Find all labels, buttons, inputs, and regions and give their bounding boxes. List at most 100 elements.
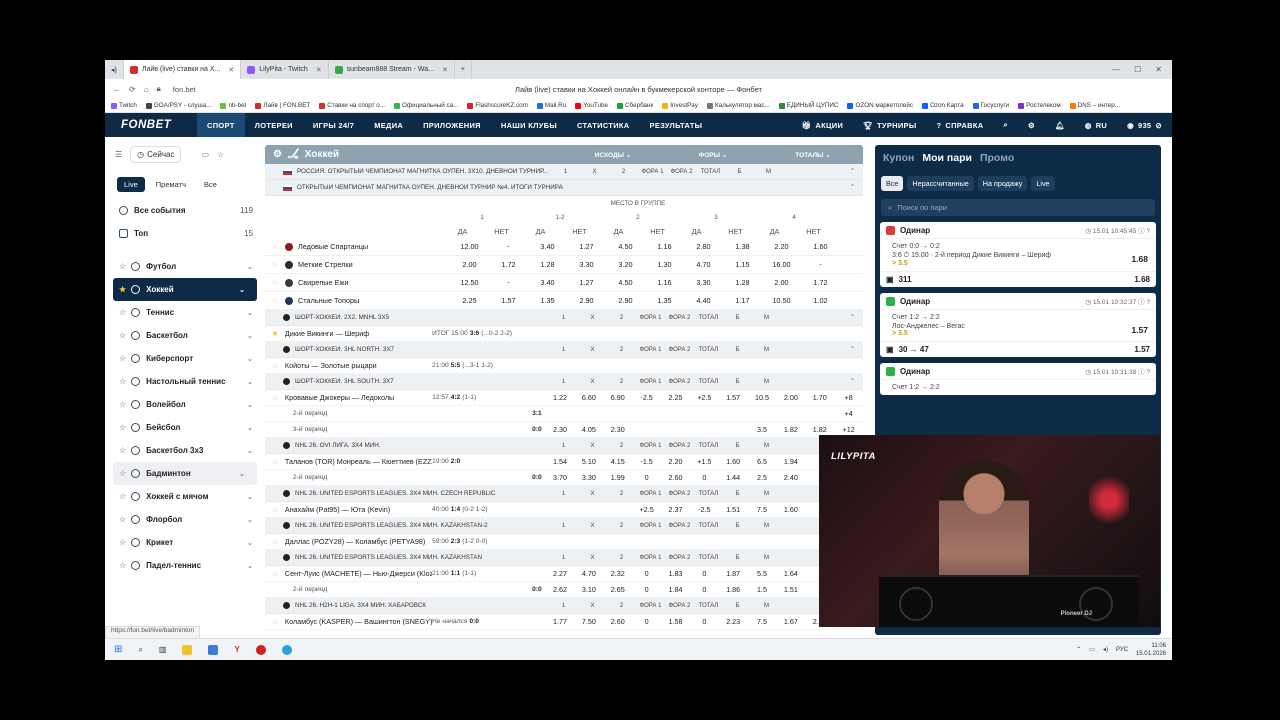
minimize-icon[interactable]: — xyxy=(1112,65,1120,74)
odd-cell[interactable]: 1.77 xyxy=(546,617,575,626)
odd-cell[interactable]: +2.5 xyxy=(690,393,719,402)
event-row[interactable]: ☆ Анахайм (Pat95) — Юта (Kevin) 40:00 1:4 … xyxy=(265,502,863,518)
odd-cell[interactable]: 1.02 xyxy=(801,296,840,305)
odd-cell[interactable]: 4.70 xyxy=(684,260,723,269)
sidebar-item-sport[interactable]: ☆ Футбол ⌄ xyxy=(105,255,265,278)
nav-lotteries[interactable]: ЛОТЕРЕИ xyxy=(245,113,303,137)
collapse-icon[interactable]: ⌃ xyxy=(850,314,855,321)
collapse-icon[interactable]: ⌃ xyxy=(850,378,855,385)
league-header[interactable]: ШОРТ-ХОККЕЙ. 3HL SOUTH. 3Х7 1 X 2 ФОРА 1 ФОРА… xyxy=(265,374,863,390)
odd-cell[interactable]: 2.60 xyxy=(603,617,632,626)
close-window-icon[interactable]: ✕ xyxy=(1155,65,1162,74)
odd-cell[interactable]: 1.51 xyxy=(776,585,805,594)
odd-cell[interactable]: 3.10 xyxy=(574,585,603,594)
volume-icon[interactable]: ◂) xyxy=(1103,646,1108,653)
odd-cell[interactable]: 1.64 xyxy=(776,569,805,578)
odd-cell[interactable]: 2.5 xyxy=(748,473,777,482)
url-field[interactable]: fon.bet xyxy=(173,85,196,94)
odd-cell[interactable]: +4 xyxy=(834,409,863,418)
chevron-down-icon[interactable]: ⌄ xyxy=(247,493,253,501)
filter-for-sale[interactable]: На продажу xyxy=(977,176,1028,191)
odd-cell[interactable]: 1.35 xyxy=(528,296,567,305)
odd-cell[interactable]: 2.32 xyxy=(603,569,632,578)
odd-cell[interactable]: 2.20 xyxy=(661,457,690,466)
odd-cell[interactable]: 5.10 xyxy=(574,457,603,466)
star-icon[interactable]: ☆ xyxy=(119,308,126,317)
odd-cell[interactable]: 6.60 xyxy=(574,393,603,402)
odd-cell[interactable]: 1.72 xyxy=(801,278,840,287)
refresh-icon[interactable]: ⟳ xyxy=(129,85,136,94)
chevron-down-icon[interactable]: ⌄ xyxy=(247,562,253,570)
sidebar-item-sport[interactable]: ☆ Настольный теннис ⌄ xyxy=(105,370,265,393)
sidebar-item-sport[interactable]: ☆ Бейсбол ⌄ xyxy=(105,416,265,439)
star-icon[interactable]: ☆ xyxy=(265,537,285,546)
odd-cell[interactable]: 2.20 xyxy=(762,242,801,251)
star-icon[interactable]: ☆ xyxy=(119,423,126,432)
league-header[interactable]: ШОРТ-ХОККЕЙ. 2Х2. MNHL 3Х5 1 X 2 ФОРА 1 ФОРА … xyxy=(265,310,863,326)
star-icon[interactable]: ☆ xyxy=(119,469,126,478)
odd-cell[interactable]: 0 xyxy=(632,617,661,626)
odd-cell[interactable]: 0 xyxy=(690,473,719,482)
search-icon[interactable]: ⌕ xyxy=(993,113,1018,137)
star-icon[interactable]: ☆ xyxy=(265,393,285,402)
odd-cell[interactable]: 12.00 xyxy=(450,242,489,251)
language-selector[interactable]: ◍ RU xyxy=(1075,113,1117,137)
odd-cell[interactable]: 7.5 xyxy=(748,617,777,626)
filter-icon[interactable]: ☰ xyxy=(115,150,122,159)
column-handicaps[interactable]: ФОРЫ ⌄ xyxy=(663,151,763,159)
odd-cell[interactable]: -2.5 xyxy=(632,393,661,402)
segment-prematch[interactable]: Прематч xyxy=(149,177,193,192)
event-row[interactable]: ☆ Коламбус (KASPER) — Вашингтон (SNEGY) Не… xyxy=(265,614,863,630)
league-header[interactable]: ШОРТ-ХОККЕЙ. 3HL NORTH. 3Х7 1 X 2 ФОРА 1 ФОРА… xyxy=(265,342,863,358)
chevron-down-icon[interactable]: ⌄ xyxy=(247,332,253,340)
yandex-browser-icon[interactable]: Y xyxy=(234,645,239,654)
now-button[interactable]: ◷ Сейчас xyxy=(130,146,182,163)
chevron-down-icon[interactable]: ⌄ xyxy=(247,263,253,271)
odd-cell[interactable]: 1.82 xyxy=(776,425,805,434)
odd-cell[interactable]: 0 xyxy=(690,585,719,594)
balance[interactable]: ◉ 935 ⊘ xyxy=(1117,113,1172,137)
odd-cell[interactable]: 1.82 xyxy=(805,425,834,434)
sidebar-item-sport[interactable]: ☆ Волейбол ⌄ xyxy=(105,393,265,416)
odd-cell[interactable]: 2.23 xyxy=(719,617,748,626)
tab-sound-icon[interactable]: ◂) xyxy=(105,60,124,79)
chevron-down-icon[interactable]: ⌄ xyxy=(247,516,253,524)
star-icon[interactable]: ☆ xyxy=(119,446,126,455)
odd-cell[interactable]: 4.70 xyxy=(574,569,603,578)
odd-cell[interactable]: 1.15 xyxy=(723,260,762,269)
odd-cell[interactable]: +1.5 xyxy=(690,457,719,466)
tab-promo[interactable]: Промо xyxy=(980,152,1014,164)
odd-cell[interactable]: 7.5 xyxy=(748,505,777,514)
tab-coupon[interactable]: Купон xyxy=(883,152,914,164)
odd-cell[interactable]: 3.40 xyxy=(528,242,567,251)
event-row[interactable]: ☆ Кровавые Джокеры — Ледоколы 12:57 4:2 (1… xyxy=(265,390,863,406)
bookmark-item[interactable]: DNS – интер... xyxy=(1069,102,1120,109)
odd-cell[interactable]: 1.28 xyxy=(528,260,567,269)
collapse-icon[interactable]: ⌃ xyxy=(850,346,855,353)
star-icon[interactable]: ☆ xyxy=(119,400,126,409)
top-item[interactable]: Топ 15 xyxy=(105,222,265,245)
odd-cell[interactable]: 12.50 xyxy=(450,278,489,287)
bookmark-item[interactable]: OZON маркетплейс xyxy=(847,102,913,109)
league-header[interactable]: NHL 26. UNITED ESPORTS LEAGUES. 3Х4 МИН.… xyxy=(265,550,863,566)
odd-cell[interactable]: 2.65 xyxy=(603,585,632,594)
odd-cell[interactable]: 4.15 xyxy=(603,457,632,466)
bet-search-input[interactable]: ⌕ Поиск по пари xyxy=(881,199,1155,216)
odd-cell[interactable]: 3.40 xyxy=(528,278,567,287)
odd-cell[interactable]: 4.50 xyxy=(606,278,645,287)
chevron-down-icon[interactable]: ⌄ xyxy=(239,470,245,478)
task-view-icon[interactable]: ▥ xyxy=(159,645,167,654)
odd-cell[interactable]: 2.60 xyxy=(661,473,690,482)
star-icon[interactable]: ☆ xyxy=(119,515,126,524)
odd-cell[interactable]: 1.16 xyxy=(645,242,684,251)
chevron-down-icon[interactable]: ⌄ xyxy=(247,401,253,409)
column-totals[interactable]: ТОТАЛЫ ⌄ xyxy=(763,151,863,159)
bookmark-item[interactable]: Госуслуги xyxy=(972,102,1009,109)
bookmark-item[interactable]: Twitch xyxy=(111,102,137,109)
odd-cell[interactable]: 2.80 xyxy=(684,242,723,251)
odd-cell[interactable]: 7.50 xyxy=(574,617,603,626)
nav-sport[interactable]: СПОРТ xyxy=(197,113,245,137)
close-icon[interactable]: ✕ xyxy=(228,66,234,74)
star-icon[interactable]: ★ xyxy=(265,329,285,338)
league-header[interactable]: NHL 26. H2H-1 LIGA. 3Х4 МИН. ХАБАРОВСК 1 X… xyxy=(265,598,863,614)
